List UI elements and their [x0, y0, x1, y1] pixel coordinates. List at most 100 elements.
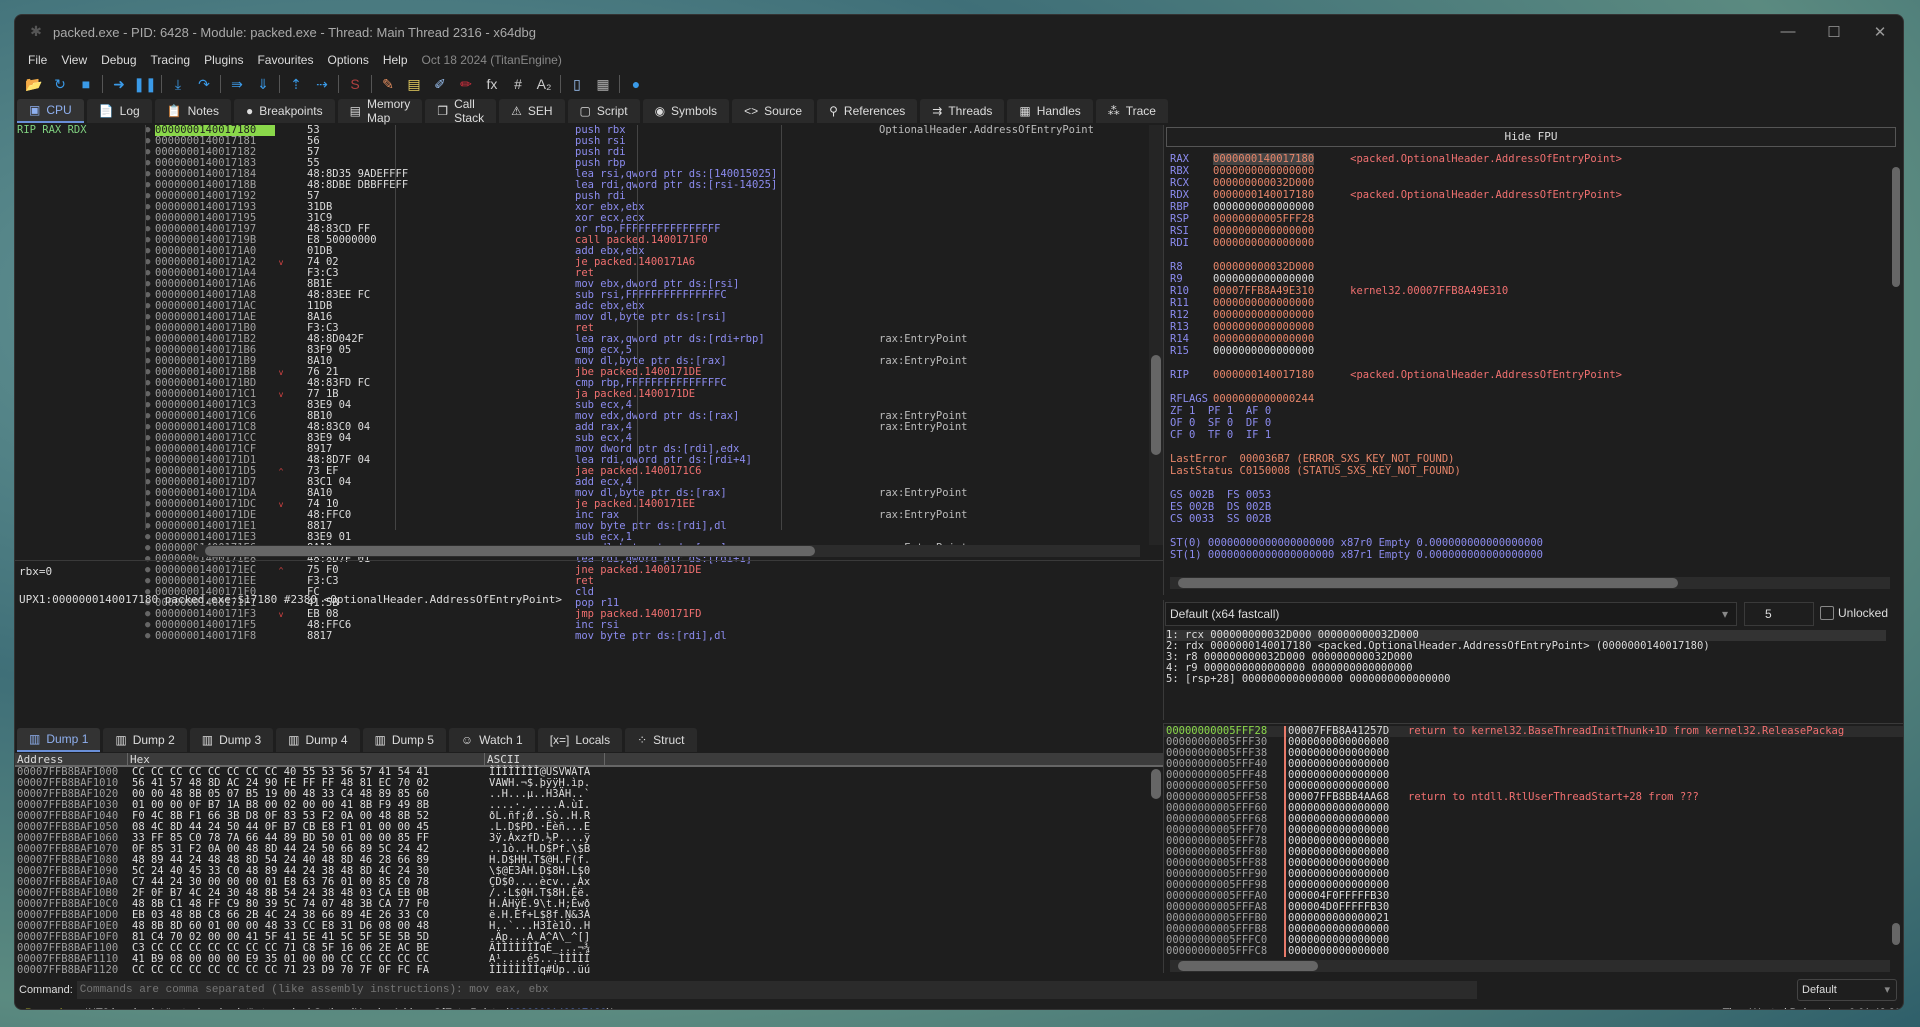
stack-row[interactable]: 00000000005FFFB0 0000000000000021	[1164, 913, 1903, 924]
breakpoint-dot-icon[interactable]: ●	[145, 257, 155, 268]
tab-memory-map[interactable]: ▤ Memory Map	[337, 97, 423, 125]
register-value[interactable]: 0000000000000000	[1213, 237, 1314, 249]
breakpoint-dot-icon[interactable]: ●	[145, 367, 155, 378]
globe-icon[interactable]: ●	[623, 73, 649, 95]
register-value[interactable]: 0000000000000000	[1213, 333, 1314, 345]
stack-row[interactable]: 00000000005FFF38 0000000000000000	[1164, 748, 1903, 759]
register-value[interactable]: 0000000140017180	[1213, 369, 1314, 381]
register-line[interactable]: RDX 0000000140017180 <packed.OptionalHeade…	[1170, 189, 1622, 201]
argument-row[interactable]: 5: [rsp+28] 0000000000000000 00000000000…	[1166, 674, 1886, 685]
register-line[interactable]: RAX 0000000140017180 <packed.OptionalHeade…	[1170, 153, 1622, 165]
menu-plugins[interactable]: Plugins	[197, 53, 250, 67]
maximize-button[interactable]: ☐	[1811, 23, 1857, 41]
menu-view[interactable]: View	[54, 53, 94, 67]
breakpoint-dot-icon[interactable]: ●	[145, 158, 155, 169]
stack-row[interactable]: 00000000005FFFA8 000004D0FFFFFB30	[1164, 902, 1903, 913]
tab-trace[interactable]: ⁂ Trace	[1095, 99, 1168, 123]
breakpoint-dot-icon[interactable]: ●	[145, 125, 155, 136]
stack-vscrollbar[interactable]	[1890, 728, 1902, 958]
dump-tab-dump-3[interactable]: ▥ Dump 3	[189, 728, 274, 752]
register-value[interactable]: 0000000000000000	[1213, 201, 1314, 213]
breakpoint-dot-icon[interactable]: ●	[145, 378, 155, 389]
breakpoint-dot-icon[interactable]: ●	[145, 455, 155, 466]
scylla-icon[interactable]: S	[342, 73, 368, 95]
breakpoint-dot-icon[interactable]: ●	[145, 279, 155, 290]
font-icon[interactable]: A₂	[531, 73, 557, 95]
command-input[interactable]	[76, 981, 1477, 999]
dump-tab-locals[interactable]: [x=] Locals	[537, 728, 623, 752]
patch-icon[interactable]: ✎	[375, 73, 401, 95]
stack-row[interactable]: 00000000005FFF30 0000000000000000	[1164, 737, 1903, 748]
column-header-ascii[interactable]: ASCII	[485, 753, 605, 766]
menu-tracing[interactable]: Tracing	[144, 53, 198, 67]
minimize-button[interactable]: —	[1765, 23, 1811, 41]
stop-icon[interactable]: ■	[73, 73, 99, 95]
trace-into-icon[interactable]: ⇛	[224, 73, 250, 95]
stack-row[interactable]: 00000000005FFF28 00007FFB8A41257D return t…	[1164, 726, 1903, 737]
menu-favourites[interactable]: Favourites	[250, 53, 320, 67]
dump-row[interactable]: 00007FFB8BAF1120 CC CC CC CC CC CC CC CC …	[15, 965, 1163, 976]
breakpoint-dot-icon[interactable]: ●	[145, 400, 155, 411]
register-line[interactable]: R9 0000000000000000	[1170, 273, 1622, 285]
breakpoint-dot-icon[interactable]: ●	[145, 543, 155, 554]
dump-tab-dump-2[interactable]: ▥ Dump 2	[103, 728, 187, 752]
breakpoint-dot-icon[interactable]: ●	[145, 510, 155, 521]
stack-hscrollbar[interactable]	[1170, 960, 1890, 972]
tab-handles[interactable]: ▦ Handles	[1007, 99, 1093, 123]
address-link[interactable]: 0000000140017180	[509, 1007, 607, 1009]
stack-row[interactable]: 00000000005FFFC8 0000000000000000	[1164, 946, 1903, 957]
tab-script[interactable]: ▢ Script	[567, 99, 640, 123]
breakpoint-dot-icon[interactable]: ●	[145, 246, 155, 257]
register-value[interactable]: 0000000000000000	[1213, 165, 1314, 177]
breakpoint-dot-icon[interactable]: ●	[145, 411, 155, 422]
tab-threads[interactable]: ⇉ Threads	[920, 99, 1005, 123]
tab-references[interactable]: ⚲ References	[817, 99, 918, 123]
stack-row[interactable]: 00000000005FFF48 0000000000000000	[1164, 770, 1903, 781]
stack-row[interactable]: 00000000005FFF40 0000000000000000	[1164, 759, 1903, 770]
dump-tab-struct[interactable]: ⁘ Struct	[625, 728, 697, 752]
column-header-hex[interactable]: Hex	[128, 753, 485, 766]
register-line[interactable]: RIP 0000000140017180 <packed.OptionalHeade…	[1170, 369, 1622, 381]
menu-options[interactable]: Options	[320, 53, 375, 67]
arg-count-spinner[interactable]: 5	[1744, 602, 1814, 626]
register-line[interactable]: R12 0000000000000000	[1170, 309, 1622, 321]
tab-call-stack[interactable]: ❐ Call Stack	[425, 97, 497, 125]
breakpoint-dot-icon[interactable]: ●	[145, 389, 155, 400]
dump-vscrollbar[interactable]	[1149, 753, 1163, 973]
comment-icon[interactable]: ▤	[401, 73, 427, 95]
stack-row[interactable]: 00000000005FFF70 0000000000000000	[1164, 825, 1903, 836]
stack-view[interactable]: 00000000005FFF28 00007FFB8A41257D return t…	[1163, 723, 1903, 973]
tab-notes[interactable]: 📋 Notes	[154, 99, 231, 123]
register-line[interactable]: R8 000000000032D000	[1170, 261, 1622, 273]
tab-seh[interactable]: ⚠ SEH	[499, 99, 565, 123]
breakpoint-dot-icon[interactable]: ●	[145, 334, 155, 345]
step-over-icon[interactable]: ↷	[191, 73, 217, 95]
register-value[interactable]: 0000000140017180	[1213, 153, 1315, 165]
stack-row[interactable]: 00000000005FFF60 0000000000000000	[1164, 803, 1903, 814]
registers-hscrollbar[interactable]	[1170, 577, 1890, 589]
register-line[interactable]: R11 0000000000000000	[1170, 297, 1622, 309]
dump-tab-watch-1[interactable]: ☺ Watch 1	[448, 728, 535, 752]
label-icon[interactable]: ✐	[427, 73, 453, 95]
tab-log[interactable]: 📄 Log	[86, 99, 152, 123]
breakpoint-dot-icon[interactable]: ●	[145, 191, 155, 202]
restart-icon[interactable]: ↻	[47, 73, 73, 95]
pause-icon[interactable]: ❚❚	[132, 73, 158, 95]
stack-row[interactable]: 00000000005FFFA0 000004F0FFFFFB30	[1164, 891, 1903, 902]
run-to-user-code-icon[interactable]: ⇢	[309, 73, 335, 95]
calculator-icon[interactable]: ▦	[590, 73, 616, 95]
menu-help[interactable]: Help	[376, 53, 415, 67]
step-into-icon[interactable]: ⤓	[165, 73, 191, 95]
breakpoint-dot-icon[interactable]: ●	[145, 290, 155, 301]
register-line[interactable]: R13 0000000000000000	[1170, 321, 1622, 333]
stack-row[interactable]: 00000000005FFF68 0000000000000000	[1164, 814, 1903, 825]
register-value[interactable]: 0000000000000000	[1213, 297, 1314, 309]
register-line[interactable]: R10 00007FFB8A49E310 kernel32.00007FFB8A49…	[1170, 285, 1622, 297]
register-value[interactable]: 0000000000000000	[1213, 273, 1314, 285]
register-value[interactable]: 00000000005FFF28	[1213, 213, 1314, 225]
disassembly-vscrollbar[interactable]	[1149, 125, 1163, 545]
breakpoint-dot-icon[interactable]: ●	[145, 147, 155, 158]
command-mode-select[interactable]: Default ▾	[1797, 979, 1897, 1001]
breakpoint-dot-icon[interactable]: ●	[145, 235, 155, 246]
breakpoint-dot-icon[interactable]: ●	[145, 345, 155, 356]
